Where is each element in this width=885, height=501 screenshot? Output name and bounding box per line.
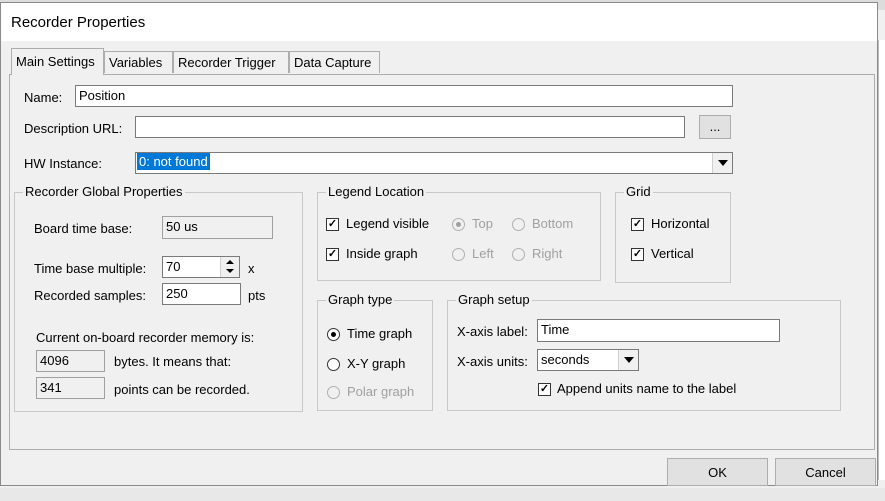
board-time-base-label: Board time base: — [34, 221, 133, 236]
grid-vertical-label: Vertical — [651, 246, 694, 261]
recorder-properties-dialog: Recorder Properties Main Settings Variab… — [0, 2, 878, 486]
polar-graph-radio[interactable] — [327, 386, 340, 399]
legend-left-radio[interactable] — [452, 248, 465, 261]
graph-setup-group: Graph setup X-axis label: Time X-axis un… — [447, 292, 841, 411]
grid-vertical-checkbox[interactable]: ✓ — [631, 248, 644, 261]
recorded-samples-unit: pts — [248, 288, 266, 303]
global-properties-title: Recorder Global Properties — [23, 184, 185, 199]
grid-horizontal-checkbox[interactable]: ✓ — [631, 218, 644, 231]
hw-instance-value: 0: not found — [137, 153, 210, 170]
legend-right-label: Right — [532, 246, 563, 261]
inside-graph-label: Inside graph — [346, 246, 418, 261]
tab-main-settings[interactable]: Main Settings — [11, 48, 104, 75]
legend-top-label: Top — [472, 216, 493, 231]
legend-location-title: Legend Location — [326, 184, 427, 199]
x-axis-label-input[interactable]: Time — [537, 319, 780, 342]
grid-title: Grid — [624, 184, 653, 199]
time-graph-radio[interactable] — [327, 328, 340, 341]
time-base-multiple-input[interactable]: 70 — [162, 256, 240, 278]
x-axis-units-value: seconds — [541, 352, 590, 367]
legend-right-radio[interactable] — [512, 248, 525, 261]
xy-graph-radio[interactable] — [327, 358, 340, 371]
graph-setup-title: Graph setup — [456, 292, 532, 307]
name-label: Name: — [24, 90, 63, 105]
time-base-multiple-label: Time base multiple: — [34, 261, 147, 276]
legend-visible-label: Legend visible — [346, 216, 430, 231]
legend-top-radio[interactable] — [452, 218, 465, 231]
time-base-multiple-unit: x — [248, 261, 255, 276]
memory-bytes-value: 4096 — [36, 350, 105, 372]
cancel-button[interactable]: Cancel — [775, 458, 876, 486]
global-properties-group: Recorder Global Properties Board time ba… — [14, 184, 303, 412]
memory-points-value: 341 — [36, 377, 105, 399]
spinner[interactable] — [220, 257, 239, 277]
dialog-title: Recorder Properties — [11, 14, 146, 31]
memory-bytes-text: bytes. It means that: — [114, 354, 232, 369]
append-units-checkbox[interactable]: ✓ — [538, 383, 551, 396]
xy-graph-label: X-Y graph — [347, 356, 406, 371]
graph-type-title: Graph type — [326, 292, 395, 307]
background-app-bottom — [0, 488, 885, 501]
hw-instance-select[interactable]: 0: not found — [135, 152, 733, 174]
x-axis-units-label: X-axis units: — [457, 354, 528, 369]
inside-graph-checkbox[interactable]: ✓ — [326, 248, 339, 261]
legend-bottom-label: Bottom — [532, 216, 574, 231]
spin-up-icon[interactable] — [226, 260, 234, 264]
hw-instance-label: HW Instance: — [24, 156, 103, 171]
append-units-label: Append units name to the label — [557, 381, 737, 396]
description-url-input[interactable] — [135, 116, 685, 138]
browse-button[interactable]: ... — [699, 115, 731, 139]
x-axis-label-label: X-axis label: — [457, 324, 528, 339]
grid-group: Grid ✓ Horizontal ✓ Vertical — [615, 184, 731, 283]
spin-down-icon[interactable] — [226, 269, 234, 273]
tab-variables[interactable]: Variables — [104, 51, 173, 73]
description-url-label: Description URL: — [24, 121, 123, 136]
graph-type-group: Graph type Time graph X-Y graph Polar gr… — [317, 292, 433, 411]
chevron-down-icon[interactable] — [712, 153, 732, 173]
ok-button[interactable]: OK — [667, 458, 768, 486]
board-time-base-value: 50 us — [162, 216, 273, 239]
recorded-samples-input[interactable]: 250 — [162, 283, 241, 305]
grid-horizontal-label: Horizontal — [651, 216, 710, 231]
memory-points-text: points can be recorded. — [114, 382, 250, 397]
name-input[interactable]: Position — [75, 85, 733, 107]
tab-recorder-trigger[interactable]: Recorder Trigger — [173, 51, 289, 73]
legend-location-group: Legend Location ✓ Legend visible ✓ Insid… — [317, 184, 601, 281]
polar-graph-label: Polar graph — [347, 384, 415, 399]
chevron-down-icon[interactable] — [618, 350, 638, 370]
time-graph-label: Time graph — [347, 326, 413, 341]
tab-data-capture[interactable]: Data Capture — [289, 51, 380, 73]
tab-panel-main-settings: Name: Position Description URL: ... HW I… — [9, 74, 875, 450]
title-bar[interactable]: Recorder Properties — [1, 3, 877, 41]
legend-visible-checkbox[interactable]: ✓ — [326, 218, 339, 231]
legend-bottom-radio[interactable] — [512, 218, 525, 231]
time-base-multiple-value: 70 — [166, 259, 181, 274]
background-app-edge — [878, 40, 885, 480]
x-axis-units-select[interactable]: seconds — [537, 349, 639, 371]
recorded-samples-label: Recorded samples: — [34, 288, 146, 303]
legend-left-label: Left — [472, 246, 494, 261]
memory-label: Current on-board recorder memory is: — [36, 330, 255, 345]
